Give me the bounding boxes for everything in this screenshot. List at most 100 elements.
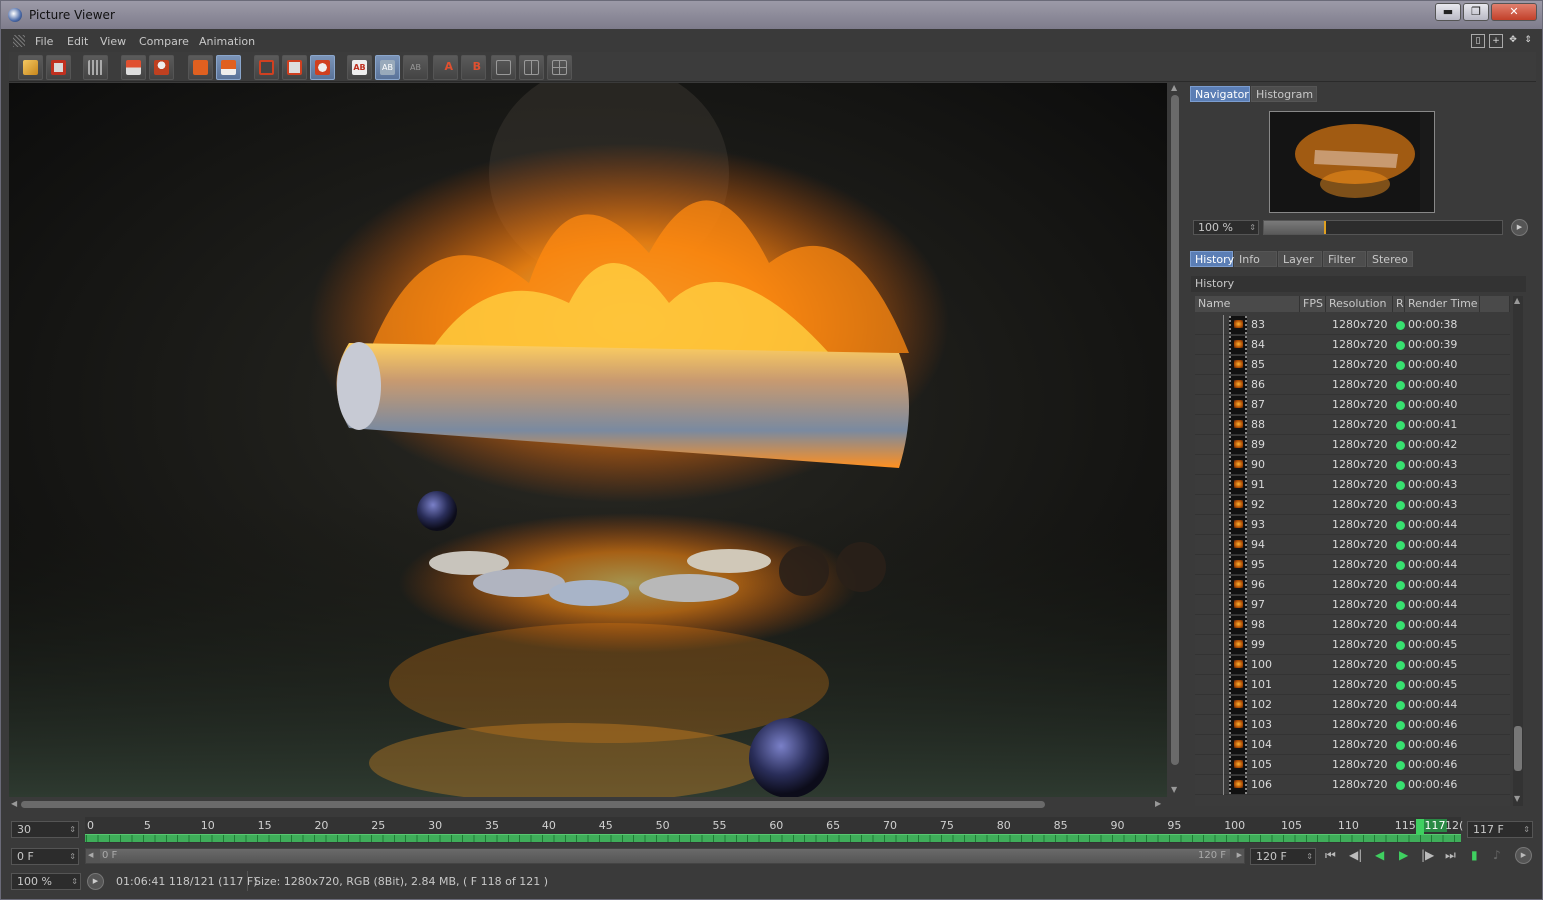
scroll-down-icon[interactable]: ▼ bbox=[1171, 785, 1177, 794]
menu-file[interactable]: File bbox=[35, 35, 53, 48]
history-row[interactable]: 93 1280x720 00:00:44 bbox=[1195, 515, 1510, 535]
history-row[interactable]: 101 1280x720 00:00:45 bbox=[1195, 675, 1510, 695]
history-row[interactable]: 89 1280x720 00:00:42 bbox=[1195, 435, 1510, 455]
history-row[interactable]: 90 1280x720 00:00:43 bbox=[1195, 455, 1510, 475]
move-icon[interactable]: ✥ bbox=[1506, 34, 1520, 48]
history-row[interactable]: 103 1280x720 00:00:46 bbox=[1195, 715, 1510, 735]
status-zoom-field[interactable]: 100 % ⇕ bbox=[11, 873, 81, 890]
spin-icon[interactable]: ⇕ bbox=[71, 874, 78, 889]
tab-info[interactable]: Info bbox=[1234, 251, 1277, 267]
viewport-vertical-scrollbar[interactable]: ▲ ▼ bbox=[1169, 83, 1181, 797]
column-r[interactable]: R bbox=[1393, 296, 1405, 312]
layout-3-button[interactable] bbox=[547, 55, 572, 80]
history-row[interactable]: 85 1280x720 00:00:40 bbox=[1195, 355, 1510, 375]
go-to-end-icon[interactable]: ⏭ bbox=[1445, 848, 1456, 863]
camera-button[interactable] bbox=[282, 55, 307, 80]
viewport-horizontal-scrollbar[interactable]: ◀ ▶ bbox=[9, 798, 1167, 810]
sound-icon[interactable]: ♪ bbox=[1493, 848, 1501, 862]
render-button[interactable] bbox=[310, 55, 335, 80]
history-row[interactable]: 99 1280x720 00:00:45 bbox=[1195, 635, 1510, 655]
history-row[interactable]: 86 1280x720 00:00:40 bbox=[1195, 375, 1510, 395]
current-frame-marker[interactable] bbox=[1415, 819, 1424, 835]
spin-icon[interactable]: ⇕ bbox=[1523, 822, 1530, 837]
clip-a-button[interactable] bbox=[188, 55, 213, 80]
tab-history[interactable]: History bbox=[1190, 251, 1234, 267]
history-row[interactable]: 84 1280x720 00:00:39 bbox=[1195, 335, 1510, 355]
menu-edit[interactable]: Edit bbox=[67, 35, 88, 48]
grid-view-button[interactable] bbox=[83, 55, 108, 80]
spin-icon[interactable]: ⇕ bbox=[69, 849, 76, 864]
history-row[interactable]: 83 1280x720 00:00:38 bbox=[1195, 315, 1510, 335]
status-play-icon[interactable]: ▶ bbox=[87, 873, 104, 890]
ab-overlay-button[interactable]: AB bbox=[403, 55, 428, 80]
spin-icon[interactable]: ⇕ bbox=[69, 822, 76, 837]
clip-b-button[interactable] bbox=[216, 55, 241, 80]
step-back-icon[interactable]: ◀| bbox=[1349, 848, 1362, 862]
tab-filter[interactable]: Filter bbox=[1323, 251, 1366, 267]
history-scrollbar[interactable]: ▲ ▼ bbox=[1513, 296, 1523, 806]
history-row[interactable]: 102 1280x720 00:00:44 bbox=[1195, 695, 1510, 715]
user-button[interactable] bbox=[149, 55, 174, 80]
layout-2-button[interactable] bbox=[519, 55, 544, 80]
history-row[interactable]: 96 1280x720 00:00:44 bbox=[1195, 575, 1510, 595]
fps-field[interactable]: 30 ⇕ bbox=[11, 821, 79, 838]
scroll-left-icon[interactable]: ◀ bbox=[11, 799, 17, 808]
history-row[interactable]: 97 1280x720 00:00:44 bbox=[1195, 595, 1510, 615]
tab-navigator[interactable]: Navigator bbox=[1190, 86, 1250, 102]
step-forward-icon[interactable]: |▶ bbox=[1421, 848, 1434, 862]
tab-layer[interactable]: Layer bbox=[1278, 251, 1322, 267]
set-b-button[interactable]: B bbox=[461, 55, 486, 80]
end-frame-field[interactable]: 120 F ⇕ bbox=[1250, 848, 1316, 865]
menu-animation[interactable]: Animation bbox=[199, 35, 255, 48]
spin-icon[interactable]: ⇕ bbox=[1249, 221, 1256, 234]
go-to-start-icon[interactable]: ⏮ bbox=[1325, 848, 1336, 863]
history-row[interactable]: 94 1280x720 00:00:44 bbox=[1195, 535, 1510, 555]
navigator-thumbnail[interactable] bbox=[1269, 111, 1435, 213]
history-scroll-thumb[interactable] bbox=[1514, 726, 1522, 771]
tab-histogram[interactable]: Histogram bbox=[1251, 86, 1317, 102]
scroll-right-icon[interactable]: ▶ bbox=[1155, 799, 1161, 808]
ab-split-button[interactable]: AB bbox=[375, 55, 400, 80]
history-row[interactable]: 87 1280x720 00:00:40 bbox=[1195, 395, 1510, 415]
zoom-slider-knob[interactable] bbox=[1323, 221, 1326, 234]
history-row[interactable]: 100 1280x720 00:00:45 bbox=[1195, 655, 1510, 675]
column-render-time[interactable]: Render Time bbox=[1405, 296, 1480, 312]
menu-compare[interactable]: Compare bbox=[139, 35, 189, 48]
minimize-button[interactable]: ▬ bbox=[1435, 3, 1461, 21]
history-row[interactable]: 98 1280x720 00:00:44 bbox=[1195, 615, 1510, 635]
range-right-icon[interactable]: ▶ bbox=[1237, 851, 1242, 859]
options-icon[interactable]: ▶ bbox=[1515, 847, 1532, 864]
play-backward-icon[interactable]: ◀ bbox=[1375, 848, 1384, 862]
maximize-button[interactable]: ❐ bbox=[1463, 3, 1489, 21]
history-row[interactable]: 104 1280x720 00:00:46 bbox=[1195, 735, 1510, 755]
spin-icon[interactable]: ⇕ bbox=[1306, 849, 1313, 864]
range-slider[interactable]: ◀ 0 F 120 F ▶ bbox=[85, 848, 1245, 864]
range-slider-track[interactable]: 0 F 120 F bbox=[100, 849, 1230, 863]
new-panel-icon[interactable]: + bbox=[1489, 34, 1503, 48]
expand-icon[interactable]: ⇕ bbox=[1521, 34, 1535, 48]
loop-icon[interactable]: ▮ bbox=[1471, 848, 1478, 862]
history-row[interactable]: 88 1280x720 00:00:41 bbox=[1195, 415, 1510, 435]
navigator-zoom-slider[interactable] bbox=[1263, 220, 1503, 235]
layers-button[interactable] bbox=[121, 55, 146, 80]
column-name[interactable]: Name bbox=[1195, 296, 1300, 312]
history-scroll-down-icon[interactable]: ▼ bbox=[1514, 794, 1520, 803]
range-left-icon[interactable]: ◀ bbox=[88, 851, 93, 859]
navigator-play-icon[interactable]: ▶ bbox=[1511, 219, 1528, 236]
layout-1-button[interactable] bbox=[491, 55, 516, 80]
ab-compare-button[interactable]: AB bbox=[347, 55, 372, 80]
play-forward-icon[interactable]: ▶ bbox=[1399, 848, 1408, 862]
history-row[interactable]: 92 1280x720 00:00:43 bbox=[1195, 495, 1510, 515]
history-row[interactable]: 95 1280x720 00:00:44 bbox=[1195, 555, 1510, 575]
column-resolution[interactable]: Resolution bbox=[1326, 296, 1393, 312]
close-button[interactable]: ✕ bbox=[1491, 3, 1537, 21]
tab-stereo[interactable]: Stereo bbox=[1367, 251, 1413, 267]
menu-view[interactable]: View bbox=[100, 35, 126, 48]
history-row[interactable]: 91 1280x720 00:00:43 bbox=[1195, 475, 1510, 495]
set-a-button[interactable]: A bbox=[433, 55, 458, 80]
start-frame-field[interactable]: 0 F ⇕ bbox=[11, 848, 79, 865]
panel-layout-icon[interactable]: ▯ bbox=[1471, 34, 1485, 48]
navigator-zoom-field[interactable]: 100 % ⇕ bbox=[1193, 220, 1259, 235]
viewport-vscroll-thumb[interactable] bbox=[1171, 95, 1179, 765]
current-frame-field[interactable]: 117 F ⇕ bbox=[1467, 821, 1533, 838]
